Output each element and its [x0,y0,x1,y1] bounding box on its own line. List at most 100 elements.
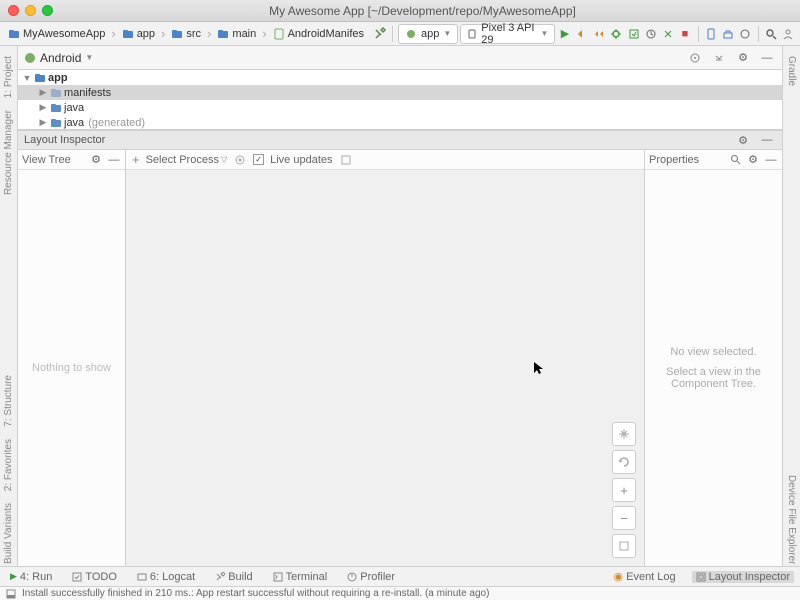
navigation-toolbar: MyAwesomeApp › app › src › main › Androi… [0,22,800,46]
chevron-right-icon: ▶ [38,117,48,128]
zoom-in-button[interactable]: + [612,478,636,502]
tab-label: 4: Run [20,571,52,583]
tree-label-suffix: (generated) [88,117,145,129]
target-icon[interactable] [686,49,704,67]
device-label: Pixel 3 API 29 [481,22,536,46]
tree-row-manifests[interactable]: ▶ manifests [18,85,782,100]
tab-build-variants[interactable]: Build Variants [3,501,14,566]
tree-label: app [48,72,68,84]
traffic-lights [8,5,53,16]
gear-icon[interactable]: ⚙ [734,131,752,149]
window-title: My Awesome App [~/Development/repo/MyAwe… [53,4,792,18]
snapshot-icon[interactable] [233,153,247,167]
breadcrumb-main[interactable]: main [213,27,260,41]
properties-title: Properties [649,154,699,166]
snapshot-options-icon[interactable] [339,153,353,167]
chevron-right-icon: ▶ [38,102,48,113]
tab-gradle[interactable]: Gradle [786,54,797,88]
folder-icon [50,87,62,99]
tab-label: Terminal [286,571,328,583]
properties-empty-1: No view selected. [670,346,756,358]
tree-label: manifests [64,87,111,99]
breadcrumb-src[interactable]: src [167,27,205,41]
breadcrumb-label: MyAwesomeApp [23,28,105,40]
minimize-window[interactable] [25,5,36,16]
tab-favorites[interactable]: 2: Favorites [3,437,14,493]
bottom-tool-toggle-icon[interactable] [6,589,16,599]
tab-structure[interactable]: 7: Structure [3,373,14,429]
stop-button[interactable]: ■ [677,25,692,43]
breadcrumb-module[interactable]: app [118,27,159,41]
layout-inspector-header: Layout Inspector ⚙ — [18,130,782,150]
apply-changes-button[interactable] [575,25,590,43]
hide-icon[interactable]: — [764,153,778,167]
canvas-area[interactable]: + − [126,170,644,566]
view-tree-panel: View Tree ⚙ — Nothing to show [18,150,126,566]
hide-icon[interactable]: — [107,153,121,167]
project-view-selector[interactable]: Android ▼ [24,51,93,65]
status-bar: Install successfully finished in 210 ms.… [0,586,800,600]
tab-event-log[interactable]: ◉ Event Log [610,570,680,583]
apply-code-button[interactable] [592,25,607,43]
gear-icon[interactable]: ⚙ [746,153,760,167]
tab-project[interactable]: 1: Project [3,54,14,100]
breadcrumb-project[interactable]: MyAwesomeApp [4,27,109,41]
search-everywhere-button[interactable] [764,25,779,43]
profiler-button[interactable] [643,25,658,43]
tab-build[interactable]: Build [211,571,256,583]
device-selector[interactable]: Pixel 3 API 29 ▼ [460,24,555,44]
tree-row-java[interactable]: ▶ java [18,100,782,115]
view-tree-empty: Nothing to show [18,170,125,566]
tab-label: Build [228,571,252,583]
breadcrumb-sep-icon: › [262,26,266,41]
tab-label: Layout Inspector [709,571,790,583]
run-button[interactable]: ▶ [557,25,572,43]
select-process-dropdown[interactable]: Select Process ▽ [146,154,228,166]
user-icon[interactable] [781,25,796,43]
tree-label: java [64,102,84,114]
breadcrumb-label: app [137,28,155,40]
search-icon[interactable] [728,153,742,167]
attach-debugger-button[interactable] [660,25,675,43]
tab-resource-manager[interactable]: Resource Manager [3,108,14,197]
avd-manager-button[interactable] [703,25,718,43]
zoom-window[interactable] [42,5,53,16]
sync-gradle-button[interactable] [738,25,753,43]
debug-button[interactable] [609,25,624,43]
run-icon: ▶ [10,571,17,582]
chevron-down-icon: ▼ [443,29,451,38]
tab-device-file-explorer[interactable]: Device File Explorer [786,473,797,566]
collapse-icon[interactable] [710,49,728,67]
gear-icon[interactable]: ⚙ [734,49,752,67]
tab-todo[interactable]: TODO [68,571,121,583]
tab-layout-inspector[interactable]: Layout Inspector [692,571,794,583]
tab-logcat[interactable]: 6: Logcat [133,571,199,583]
add-icon: + [132,152,140,167]
rotate-button[interactable] [612,450,636,474]
close-window[interactable] [8,5,19,16]
hide-icon[interactable]: — [758,49,776,67]
event-log-icon: ◉ [614,570,624,583]
build-hammer-icon[interactable] [372,25,387,43]
android-robot-icon [24,52,36,64]
tree-row-app[interactable]: ▼ app [18,70,782,85]
tab-run[interactable]: ▶ 4: Run [6,571,56,583]
hide-icon[interactable]: — [758,131,776,149]
zoom-out-button[interactable]: − [612,506,636,530]
tree-row-java-generated[interactable]: ▶ java (generated) [18,115,782,130]
tab-profiler[interactable]: Profiler [343,571,399,583]
pan-button[interactable] [612,422,636,446]
build-icon [215,572,225,582]
tab-terminal[interactable]: Terminal [269,571,332,583]
breadcrumb-file[interactable]: AndroidManifes [269,27,368,41]
run-config-selector[interactable]: app ▼ [398,24,458,44]
coverage-button[interactable] [626,25,641,43]
module-folder-icon [122,28,134,40]
sdk-manager-button[interactable] [721,25,736,43]
live-updates-checkbox[interactable]: ✓ [253,154,264,165]
gear-icon[interactable]: ⚙ [89,153,103,167]
zoom-fit-button[interactable] [612,534,636,558]
project-tree[interactable]: ▼ app ▶ manifests ▶ java [18,70,782,130]
select-process-label: Select Process [146,154,219,166]
tab-label: Profiler [360,571,395,583]
